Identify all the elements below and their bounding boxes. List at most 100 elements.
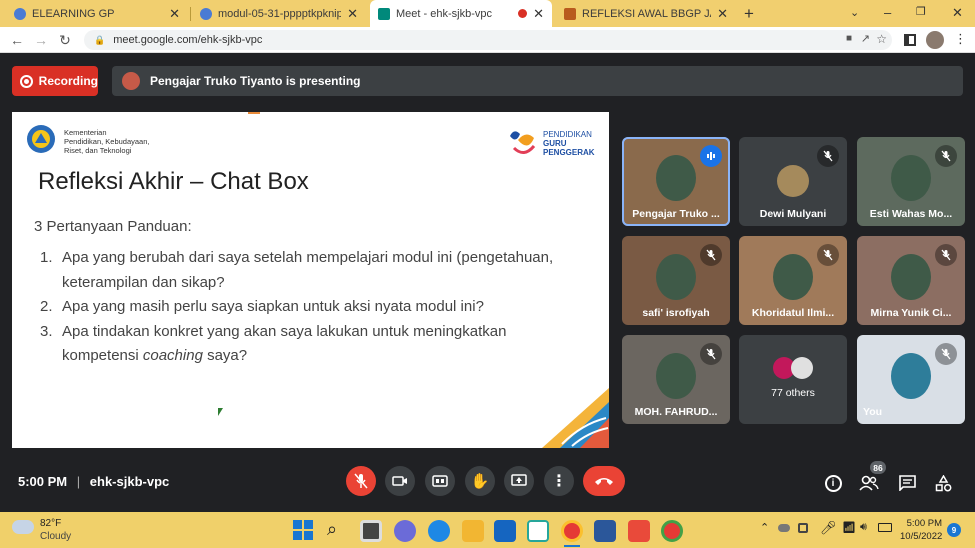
camera-icon[interactable]: ■ <box>846 33 852 44</box>
chat-button[interactable] <box>896 474 918 492</box>
participant-name: safi' isrofiyah <box>642 307 710 319</box>
question-item: 1. Apa yang berubah dari saya setelah mem… <box>40 246 580 295</box>
presenting-banner: Pengajar Truko Tiyanto is presenting <box>112 66 963 96</box>
notification-badge[interactable]: 9 <box>947 523 961 537</box>
ministry-name: Kementerian Pendidikan, Kebudayaan, Rise… <box>64 128 184 155</box>
participant-tile-you[interactable]: You <box>857 335 965 424</box>
participant-tile-esti-wahas-mo[interactable]: Esti Wahas Mo... <box>857 137 965 226</box>
edge-icon[interactable] <box>428 520 450 542</box>
url-text: meet.google.com/ehk-sjkb-vpc <box>113 34 263 46</box>
participant-tile-mirna-yunik-ci[interactable]: Mirna Yunik Ci... <box>857 236 965 325</box>
recording-dot-icon <box>518 9 528 18</box>
teams-chat-icon[interactable] <box>394 520 416 542</box>
chrome-profile-icon[interactable] <box>661 520 683 542</box>
restore-button[interactable]: ❐ <box>916 5 926 18</box>
refleksi-favicon-icon <box>564 7 576 20</box>
avatar[interactable] <box>926 31 944 49</box>
meeting-details-button[interactable]: i <box>822 474 844 492</box>
slide-mark <box>248 112 260 114</box>
chrome-icon[interactable] <box>561 520 583 542</box>
word-icon[interactable] <box>594 520 616 542</box>
app-icon[interactable] <box>628 520 650 542</box>
taskbar-clock-date[interactable]: 10/5/2022 <box>900 531 942 542</box>
tray-app-icon[interactable] <box>798 523 808 533</box>
address-bar[interactable]: 🔒 meet.google.com/ehk-sjkb-vpc ■ ↗ ☆ <box>84 30 892 50</box>
participant-tile-pengajar-truko[interactable]: Pengajar Truko ... <box>622 137 730 226</box>
menu-dots-icon[interactable]: ⋮ <box>954 31 967 47</box>
leave-call-button[interactable] <box>583 466 625 496</box>
search-icon[interactable]: ⌕ <box>327 519 337 540</box>
participant-name: Dewi Mulyani <box>759 208 827 220</box>
mail-icon[interactable] <box>494 520 516 542</box>
participant-name: MOH. FAHRUD... <box>634 406 718 418</box>
tab-refleksi[interactable]: REFLEKSI AWAL BBGP JATIM 9 ✕ <box>556 0 736 27</box>
tab-meet[interactable]: Meet - ehk-sjkb-vpc ✕ <box>370 0 552 27</box>
question-number: 1. <box>40 249 53 266</box>
cloud-icon <box>12 520 34 534</box>
close-icon[interactable]: ✕ <box>169 6 180 22</box>
windows-taskbar: 82°F Cloudy ⌕ ⌃ 🎤︎ 📶︎ 🔊︎ 5:00 PM 10/5/20… <box>0 512 975 548</box>
participant-name: 77 others <box>771 387 815 399</box>
participant-tile-77-others[interactable]: 77 others <box>739 335 847 424</box>
close-icon[interactable]: ✕ <box>717 6 728 22</box>
mic-toggle-button[interactable] <box>346 466 376 496</box>
question-text: Apa tindakan konkret yang akan saya laku… <box>62 320 580 369</box>
participant-tile-dewi-mulyani[interactable]: Dewi Mulyani <box>739 137 847 226</box>
people-count-badge: 86 <box>870 461 886 474</box>
tab-search-icon[interactable]: ⌄ <box>850 6 859 19</box>
battery-icon[interactable] <box>878 523 892 532</box>
participant-tile-moh-fahrud[interactable]: MOH. FAHRUD... <box>622 335 730 424</box>
meet-favicon-icon <box>378 7 390 20</box>
task-view-icon[interactable] <box>360 520 382 542</box>
browser-tab-strip: ELEARNING GP ✕ modul-05-31-pppptkpknips-… <box>0 0 975 27</box>
file-explorer-icon[interactable] <box>462 520 484 542</box>
mic-muted-icon <box>700 343 722 365</box>
participant-tile-khoridatul-ilmi[interactable]: Khoridatul Ilmi... <box>739 236 847 325</box>
participant-video <box>891 155 931 201</box>
l-app-icon[interactable] <box>527 520 549 542</box>
speaking-indicator-icon <box>700 145 722 167</box>
tut-wuri-logo-icon <box>26 124 56 154</box>
participant-video <box>656 353 696 399</box>
captions-button[interactable] <box>425 466 455 496</box>
minimize-button[interactable]: – <box>884 5 891 20</box>
record-icon <box>20 74 33 88</box>
close-icon[interactable]: ✕ <box>347 6 358 22</box>
people-icon <box>859 475 879 491</box>
participant-tile-safi-isrofiyah[interactable]: safi' isrofiyah <box>622 236 730 325</box>
back-arrow-icon[interactable]: ← <box>8 31 26 49</box>
presentation-slide: Kementerian Pendidikan, Kebudayaan, Rise… <box>12 112 609 448</box>
reload-icon[interactable]: ↻ <box>56 31 74 49</box>
taskbar-clock-time[interactable]: 5:00 PM <box>900 518 942 529</box>
volume-icon[interactable]: 🔊︎ <box>860 521 867 534</box>
more-options-button[interactable]: ⋮ <box>544 466 574 496</box>
bookmark-star-icon[interactable]: ☆ <box>876 32 887 46</box>
window-close-button[interactable]: ✕ <box>952 5 963 21</box>
ministry-line: Pendidikan, Kebudayaan, <box>64 137 150 146</box>
camera-toggle-button[interactable] <box>385 466 415 496</box>
temperature-text[interactable]: 82°F <box>40 518 61 529</box>
share-icon[interactable]: ↗ <box>861 32 870 45</box>
tab-modul[interactable]: modul-05-31-pppptkpknips-pag ✕ <box>192 0 366 27</box>
present-screen-button[interactable] <box>504 466 534 496</box>
weather-text[interactable]: Cloudy <box>40 531 71 542</box>
tab-elearning[interactable]: ELEARNING GP ✕ <box>6 0 188 27</box>
raise-hand-button[interactable]: ✋ <box>465 466 495 496</box>
forward-arrow-icon[interactable]: → <box>32 31 50 49</box>
microphone-icon[interactable]: 🎤︎ <box>820 520 837 536</box>
recording-indicator[interactable]: Recording <box>12 66 98 96</box>
captions-icon <box>432 475 448 487</box>
close-icon[interactable]: ✕ <box>533 6 544 22</box>
windows-start-icon[interactable] <box>293 520 313 540</box>
onedrive-icon[interactable] <box>778 524 790 532</box>
side-panel-icon[interactable] <box>904 34 916 46</box>
people-button[interactable] <box>858 474 880 492</box>
participant-name: Khoridatul Ilmi... <box>751 307 835 319</box>
tab-label: ELEARNING GP <box>32 7 115 20</box>
hang-up-icon <box>595 478 613 485</box>
wifi-icon[interactable]: 📶︎ <box>842 521 856 534</box>
new-tab-button[interactable]: + <box>744 4 754 24</box>
info-separator: | <box>76 474 81 489</box>
tray-chevron-icon[interactable]: ⌃ <box>760 521 769 534</box>
activities-button[interactable] <box>932 474 954 492</box>
